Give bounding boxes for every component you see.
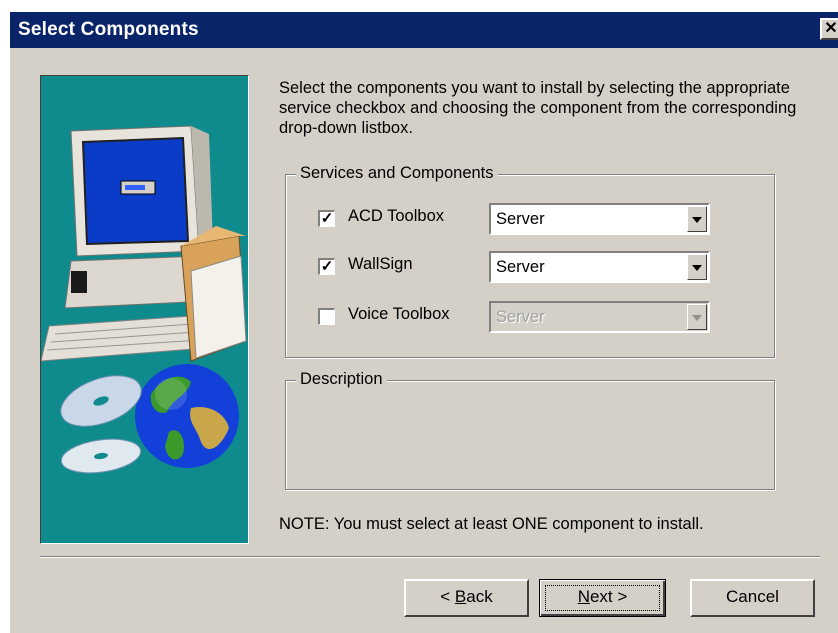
back-label-rest: ack [466, 587, 493, 606]
next-button[interactable]: Next > [539, 579, 666, 617]
chevron-down-icon [687, 304, 707, 330]
wallsign-component-value: Server [496, 258, 545, 276]
voice-toolbox-checkbox[interactable] [318, 308, 335, 325]
cancel-button[interactable]: Cancel [690, 579, 815, 617]
service-row-acd-toolbox: ✓ ACD Toolbox Server [286, 203, 776, 235]
acd-toolbox-component-value: Server [496, 210, 545, 228]
service-row-voice-toolbox: Voice Toolbox Server [286, 301, 776, 333]
services-and-components-group: Services and Components ✓ ACD Toolbox Se… [285, 164, 776, 358]
acd-toolbox-checkbox[interactable]: ✓ [318, 210, 335, 227]
close-icon: ✕ [824, 20, 838, 37]
voice-toolbox-component-dropdown: Server [489, 301, 710, 333]
window-title: Select Components [18, 19, 199, 40]
close-button[interactable]: ✕ [820, 18, 838, 40]
wallsign-component-dropdown[interactable]: Server [489, 251, 710, 283]
back-accelerator: B [454, 587, 467, 606]
chevron-down-icon[interactable] [687, 254, 707, 280]
voice-toolbox-component-value: Server [496, 308, 545, 326]
cd-discs-illustration [60, 375, 142, 474]
globe-illustration [135, 364, 239, 468]
service-row-wallsign: ✓ WallSign Server [286, 251, 776, 283]
description-group: Description [285, 370, 775, 490]
separator-line [40, 556, 820, 558]
wallsign-label[interactable]: WallSign [348, 255, 413, 274]
acd-toolbox-component-dropdown[interactable]: Server [489, 203, 710, 235]
acd-toolbox-label[interactable]: ACD Toolbox [348, 207, 444, 226]
note-text: NOTE: You must select at least ONE compo… [279, 515, 704, 533]
back-prefix: < [440, 587, 455, 606]
description-group-label: Description [296, 370, 387, 389]
voice-toolbox-label[interactable]: Voice Toolbox [348, 305, 450, 324]
services-group-label: Services and Components [296, 164, 498, 183]
computer-illustration [41, 125, 247, 474]
chevron-down-icon[interactable] [687, 206, 707, 232]
select-components-dialog: Select Components ✕ Select the component… [10, 12, 838, 633]
wallsign-checkbox[interactable]: ✓ [318, 258, 335, 275]
back-button[interactable]: < Back [404, 579, 529, 617]
focus-rectangle [545, 585, 660, 611]
title-bar[interactable]: Select Components ✕ [10, 12, 838, 48]
instructions-text: Select the components you want to instal… [279, 79, 797, 137]
wizard-illustration [40, 75, 249, 544]
